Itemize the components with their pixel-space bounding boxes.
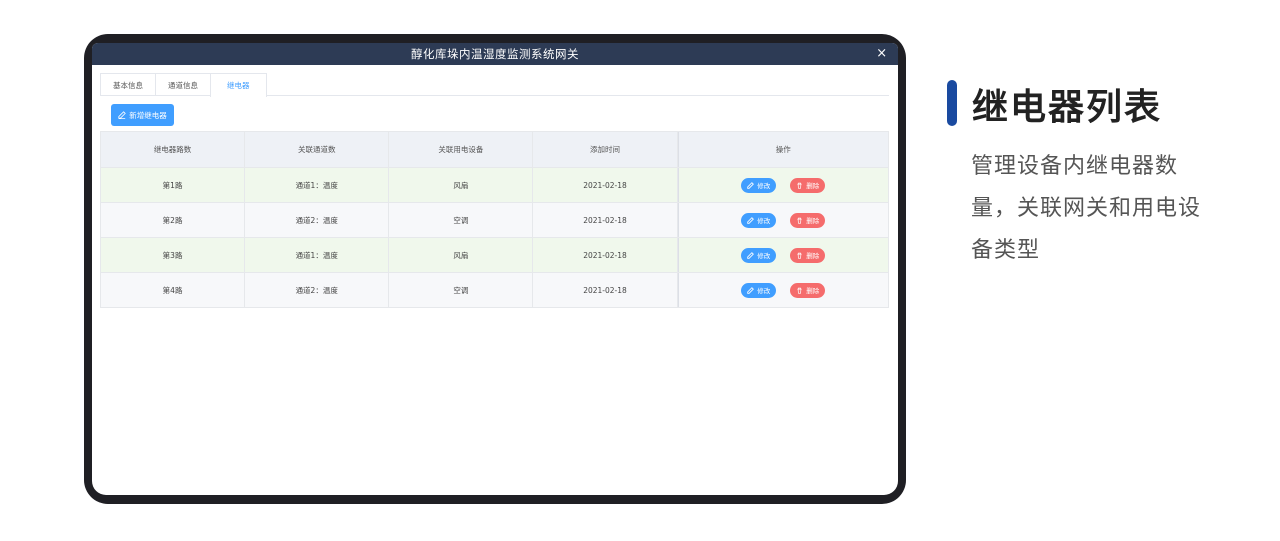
cell-time: 2021-02-18 [533, 238, 678, 272]
cell-actions: 修改 删除 [677, 168, 888, 202]
header-time: 添加时间 [533, 132, 678, 167]
cell-actions: 修改 删除 [677, 238, 888, 272]
main-content: 基本信息 通道信息 继电器 新增继电器 继电器路数 关联通道数 关联用电设备 添… [100, 73, 889, 308]
edit-button[interactable]: 修改 [741, 282, 777, 298]
table-row: 第4路 通道2：温度 空调 2021-02-18 修改 删除 [101, 272, 888, 307]
edit-label: 修改 [757, 182, 771, 190]
section-heading: 继电器列表 [972, 87, 1163, 128]
edit-icon [747, 216, 755, 224]
cell-route: 第3路 [101, 238, 246, 272]
edit-icon [747, 181, 755, 189]
header-actions: 操作 [677, 132, 888, 167]
cell-device: 空调 [389, 273, 534, 307]
cell-channel: 通道1：温度 [245, 168, 390, 202]
cell-device: 空调 [389, 203, 534, 237]
close-icon[interactable]: × [874, 46, 890, 62]
table-row: 第3路 通道1：温度 风扇 2021-02-18 修改 删除 [101, 237, 888, 272]
edit-icon [118, 111, 127, 119]
edit-label: 修改 [757, 252, 771, 260]
edit-button[interactable]: 修改 [741, 212, 777, 228]
app-window: 醇化库垛内温湿度监测系统网关 × 基本信息 通道信息 继电器 新增继电器 继电器… [92, 43, 898, 495]
delete-button[interactable]: 删除 [790, 177, 826, 193]
tab-channel-info[interactable]: 通道信息 [155, 73, 210, 95]
cell-route: 第2路 [101, 203, 246, 237]
trash-icon [797, 287, 802, 294]
delete-button[interactable]: 删除 [790, 247, 826, 263]
cell-route: 第4路 [101, 273, 246, 307]
trash-icon [797, 217, 802, 224]
heading-accent-bar [947, 80, 957, 126]
delete-label: 删除 [806, 252, 820, 260]
delete-label: 删除 [806, 287, 820, 295]
tab-relay[interactable]: 继电器 [210, 73, 267, 97]
header-route: 继电器路数 [101, 132, 246, 167]
section-description: 管理设备内继电器数量，关联网关和用电设备类型 [971, 154, 1202, 263]
cell-actions: 修改 删除 [677, 203, 888, 237]
delete-label: 删除 [806, 182, 820, 190]
cell-device: 风扇 [389, 238, 534, 272]
edit-label: 修改 [757, 217, 771, 225]
delete-label: 删除 [806, 217, 820, 225]
cell-channel: 通道1：温度 [245, 238, 390, 272]
delete-button[interactable]: 删除 [790, 282, 826, 298]
cell-time: 2021-02-18 [533, 273, 678, 307]
cell-device: 风扇 [389, 168, 534, 202]
window-titlebar: 醇化库垛内温湿度监测系统网关 × [92, 43, 898, 65]
edit-button[interactable]: 修改 [741, 247, 777, 263]
edit-button[interactable]: 修改 [741, 177, 777, 193]
header-device: 关联用电设备 [389, 132, 534, 167]
cell-route: 第1路 [101, 168, 246, 202]
cell-time: 2021-02-18 [533, 203, 678, 237]
tab-basic-info[interactable]: 基本信息 [100, 73, 155, 95]
trash-icon [797, 252, 802, 259]
cell-time: 2021-02-18 [533, 168, 678, 202]
edit-icon [747, 251, 755, 259]
trash-icon [797, 182, 802, 189]
header-channel: 关联通道数 [245, 132, 390, 167]
delete-button[interactable]: 删除 [790, 212, 826, 228]
add-relay-button[interactable]: 新增继电器 [111, 104, 174, 126]
window-title: 醇化库垛内温湿度监测系统网关 [411, 47, 579, 61]
add-relay-label: 新增继电器 [129, 110, 167, 120]
relay-table: 继电器路数 关联通道数 关联用电设备 添加时间 操作 第1路 通道1：温度 风扇… [100, 131, 889, 308]
cell-actions: 修改 删除 [677, 273, 888, 307]
edit-label: 修改 [757, 287, 771, 295]
table-header: 继电器路数 关联通道数 关联用电设备 添加时间 操作 [101, 132, 888, 167]
tab-bar: 基本信息 通道信息 继电器 [100, 73, 889, 97]
table-row: 第1路 通道1：温度 风扇 2021-02-18 修改 删除 [101, 167, 888, 202]
edit-icon [747, 286, 755, 294]
cell-channel: 通道2：温度 [245, 203, 390, 237]
cell-channel: 通道2：温度 [245, 273, 390, 307]
table-row: 第2路 通道2：温度 空调 2021-02-18 修改 删除 [101, 202, 888, 237]
